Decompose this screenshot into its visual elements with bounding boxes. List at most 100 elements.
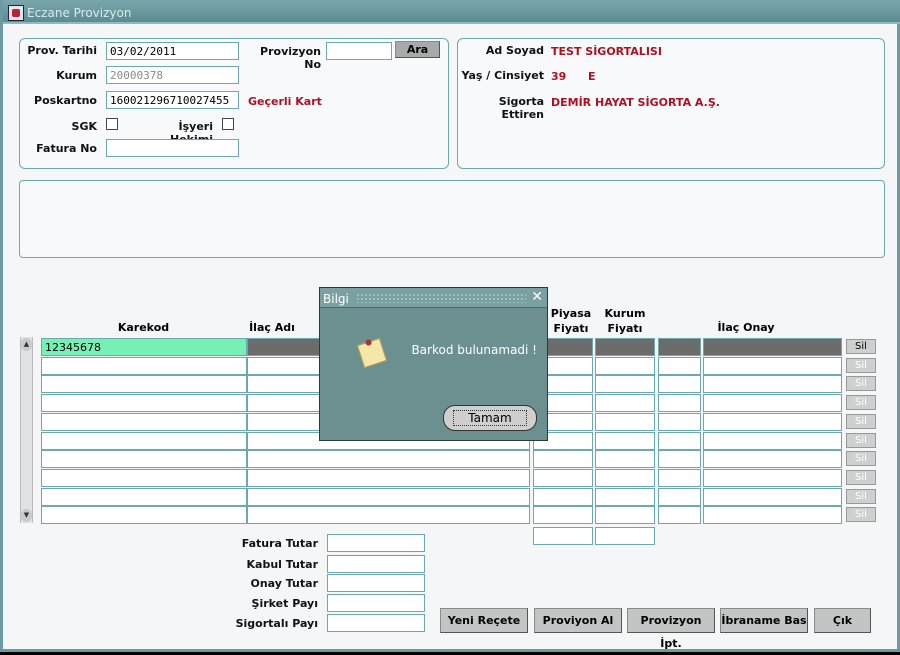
sil-button[interactable]: Sil: [846, 395, 876, 410]
kurum-cell[interactable]: [595, 469, 655, 487]
onay-flag-cell[interactable]: [658, 506, 701, 524]
provizyon-iptal-button[interactable]: Provizyon İpt.: [627, 608, 715, 650]
karekod-cell[interactable]: [41, 357, 247, 375]
sil-button[interactable]: Sil: [846, 489, 876, 504]
provizyon-iptal-label: Provizyon İpt.: [640, 614, 702, 650]
scroll-up-icon[interactable]: ▲: [21, 338, 32, 351]
onay-flag-cell[interactable]: [658, 357, 701, 375]
onay-flag-cell[interactable]: [658, 338, 701, 356]
col-header-piyasa-fiyati: Piyasa Fiyatı: [550, 307, 592, 335]
sil-button[interactable]: Sil: [846, 414, 876, 429]
ilac-onay-cell[interactable]: [703, 375, 842, 393]
kart-status: Geçerli Kart: [248, 95, 322, 108]
sigortali-payi-field[interactable]: [327, 614, 425, 632]
ilac-onay-cell[interactable]: [703, 432, 842, 450]
poskartno-label: Poskartno: [34, 94, 97, 107]
ara-button-label: Ara: [406, 43, 429, 56]
sigortali-payi-label: Sigortalı Payı: [235, 617, 318, 630]
karekod-cell[interactable]: [41, 469, 247, 487]
col-header-kurum-fiyati: Kurum Fiyatı: [604, 307, 646, 335]
onay-flag-cell[interactable]: [658, 488, 701, 506]
tamam-button[interactable]: Tamam: [443, 405, 537, 431]
close-icon[interactable]: ✕: [531, 289, 543, 305]
ilac-onay-cell[interactable]: [703, 413, 842, 431]
yeni-recete-button[interactable]: Yeni Reçete: [440, 608, 528, 633]
piyasa-cell[interactable]: [533, 506, 593, 524]
kurum-cell[interactable]: [595, 375, 655, 393]
kurum-cell[interactable]: [595, 357, 655, 375]
onay-flag-cell[interactable]: [658, 394, 701, 412]
sil-button[interactable]: Sil: [846, 339, 876, 354]
sgk-checkbox[interactable]: [106, 118, 118, 130]
prov-tarihi-label: Prov. Tarihi: [27, 44, 97, 57]
sigorta-ettiren-label: Sigorta Ettiren: [498, 95, 544, 121]
onay-flag-cell[interactable]: [658, 469, 701, 487]
dialog-title-bar[interactable]: Bilgi ✕: [320, 288, 547, 308]
sirket-payi-field[interactable]: [327, 594, 425, 612]
karekod-cell[interactable]: [41, 432, 247, 450]
grid-scrollbar[interactable]: ▲ ▼: [20, 337, 33, 523]
piyasa-cell[interactable]: [533, 450, 593, 468]
karekod-cell[interactable]: [41, 506, 247, 524]
kurum-cell[interactable]: [595, 338, 655, 356]
sil-button[interactable]: Sil: [846, 376, 876, 391]
kurum-cell[interactable]: [595, 506, 655, 524]
karekod-cell[interactable]: [41, 488, 247, 506]
provizyon-no-field[interactable]: [326, 42, 392, 60]
ilac-onay-cell[interactable]: [703, 488, 842, 506]
sil-button[interactable]: Sil: [846, 470, 876, 485]
kabul-tutar-field[interactable]: [327, 555, 425, 573]
sil-button[interactable]: Sil: [846, 358, 876, 373]
poskartno-field[interactable]: 160021296710027455: [106, 91, 239, 109]
ilac-adi-cell[interactable]: [247, 450, 530, 468]
karekod-cell[interactable]: [41, 375, 247, 393]
fatura-no-field[interactable]: [106, 139, 239, 157]
kurum-cell[interactable]: [595, 394, 655, 412]
ilac-adi-cell[interactable]: [247, 506, 530, 524]
onay-flag-cell[interactable]: [658, 432, 701, 450]
piyasa-cell[interactable]: [533, 488, 593, 506]
kurum-field[interactable]: 20000378: [106, 66, 239, 84]
ilac-onay-cell[interactable]: [703, 338, 842, 356]
karekod-cell[interactable]: [41, 450, 247, 468]
onay-flag-cell[interactable]: [658, 450, 701, 468]
onay-tutar-label: Onay Tutar: [250, 577, 319, 590]
kurum-cell[interactable]: [595, 488, 655, 506]
karekod-cell[interactable]: [41, 394, 247, 412]
onay-tutar-field[interactable]: [327, 574, 425, 592]
ilac-onay-cell[interactable]: [703, 469, 842, 487]
dialog-title: Bilgi: [323, 292, 349, 306]
ad-soyad-value: TEST SİGORTALISI: [551, 45, 662, 58]
prov-tarihi-field[interactable]: 03/02/2011: [106, 42, 239, 60]
scroll-down-icon[interactable]: ▼: [21, 509, 32, 522]
ara-button[interactable]: Ara: [395, 41, 440, 58]
ilac-onay-cell[interactable]: [703, 394, 842, 412]
ilac-onay-cell[interactable]: [703, 506, 842, 524]
kurum-cell[interactable]: [595, 450, 655, 468]
col-header-karekod: Karekod: [117, 321, 170, 334]
kurum-cell[interactable]: [595, 413, 655, 431]
karekod-cell[interactable]: 12345678: [41, 338, 247, 356]
onay-flag-cell[interactable]: [658, 413, 701, 431]
cik-button[interactable]: Çık: [814, 608, 871, 633]
sil-button[interactable]: Sil: [846, 451, 876, 466]
karekod-cell[interactable]: [41, 413, 247, 431]
provizyon-al-button[interactable]: Proviyon Al: [534, 608, 622, 633]
fatura-tutar-field[interactable]: [327, 534, 425, 552]
sil-button[interactable]: Sil: [846, 433, 876, 448]
sil-button[interactable]: Sil: [846, 507, 876, 522]
onay-flag-cell[interactable]: [658, 375, 701, 393]
isyeri-hekimi-checkbox[interactable]: [222, 118, 234, 130]
dialog-message: Barkod bulunamadi !: [411, 343, 537, 357]
ilac-adi-cell[interactable]: [247, 488, 530, 506]
drag-grip-icon[interactable]: [356, 293, 526, 303]
kurum-cell[interactable]: [595, 432, 655, 450]
ilac-adi-cell[interactable]: [247, 469, 530, 487]
ilac-onay-cell[interactable]: [703, 357, 842, 375]
ibraname-bas-button[interactable]: İbraname Bas: [720, 608, 808, 633]
ilac-onay-cell[interactable]: [703, 450, 842, 468]
cik-label: Çık: [832, 614, 853, 627]
ibraname-bas-label: İbraname Bas: [721, 614, 807, 627]
piyasa-cell[interactable]: [533, 469, 593, 487]
cinsiyet-value: E: [588, 70, 596, 83]
